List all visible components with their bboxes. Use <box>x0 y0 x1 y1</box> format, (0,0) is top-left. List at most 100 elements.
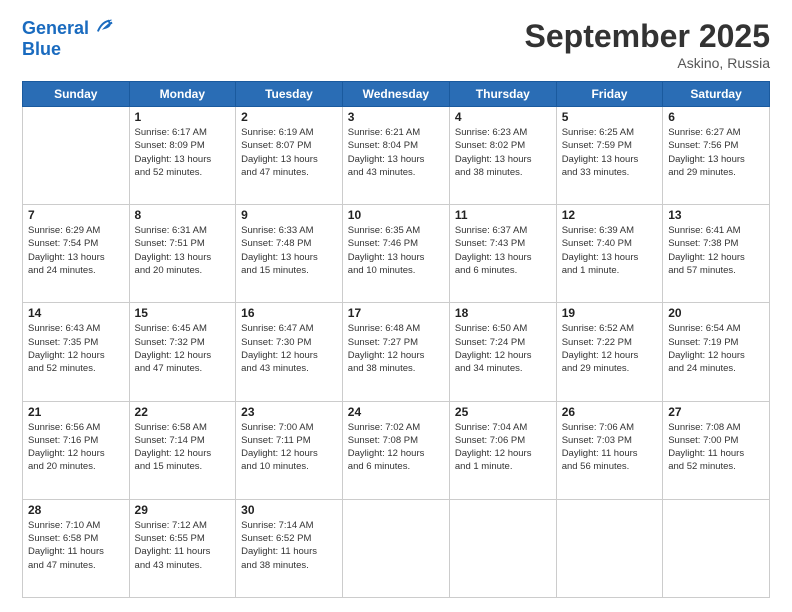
calendar-week-5: 28Sunrise: 7:10 AM Sunset: 6:58 PM Dayli… <box>23 499 770 597</box>
col-tuesday: Tuesday <box>236 82 343 107</box>
day-number: 29 <box>135 503 231 517</box>
day-info: Sunrise: 6:56 AM Sunset: 7:16 PM Dayligh… <box>28 421 124 474</box>
day-cell: 7Sunrise: 6:29 AM Sunset: 7:54 PM Daylig… <box>23 205 130 303</box>
day-number: 26 <box>562 405 658 419</box>
day-info: Sunrise: 7:04 AM Sunset: 7:06 PM Dayligh… <box>455 421 551 474</box>
day-number: 6 <box>668 110 764 124</box>
day-info: Sunrise: 6:37 AM Sunset: 7:43 PM Dayligh… <box>455 224 551 277</box>
day-number: 25 <box>455 405 551 419</box>
day-number: 21 <box>28 405 124 419</box>
location: Askino, Russia <box>525 55 770 71</box>
day-info: Sunrise: 7:06 AM Sunset: 7:03 PM Dayligh… <box>562 421 658 474</box>
col-monday: Monday <box>129 82 236 107</box>
header-row: Sunday Monday Tuesday Wednesday Thursday… <box>23 82 770 107</box>
day-number: 10 <box>348 208 444 222</box>
day-number: 13 <box>668 208 764 222</box>
day-cell: 26 Sunrise: 7:06 AM Sunset: 7:03 PM Dayli… <box>556 401 663 499</box>
day-cell <box>449 499 556 597</box>
day-cell: 20 Sunrise: 6:54 AM Sunset: 7:19 PM Dayli… <box>663 303 770 401</box>
day-cell: 30 Sunrise: 7:14 AM Sunset: 6:52 PM Dayli… <box>236 499 343 597</box>
day-cell: 14Sunrise: 6:43 AM Sunset: 7:35 PM Dayli… <box>23 303 130 401</box>
day-cell: 6 Sunrise: 6:27 AM Sunset: 7:56 PM Daylig… <box>663 107 770 205</box>
day-number: 16 <box>241 306 337 320</box>
day-number: 14 <box>28 306 124 320</box>
month-title: September 2025 <box>525 18 770 55</box>
day-info: Sunrise: 7:00 AM Sunset: 7:11 PM Dayligh… <box>241 421 337 474</box>
day-cell: 16 Sunrise: 6:47 AM Sunset: 7:30 PM Dayli… <box>236 303 343 401</box>
day-cell: 15Sunrise: 6:45 AM Sunset: 7:32 PM Dayli… <box>129 303 236 401</box>
day-cell: 17 Sunrise: 6:48 AM Sunset: 7:27 PM Dayli… <box>342 303 449 401</box>
day-number: 22 <box>135 405 231 419</box>
day-info: Sunrise: 6:21 AM Sunset: 8:04 PM Dayligh… <box>348 126 444 179</box>
day-cell: 13 Sunrise: 6:41 AM Sunset: 7:38 PM Dayli… <box>663 205 770 303</box>
day-info: Sunrise: 6:33 AM Sunset: 7:48 PM Dayligh… <box>241 224 337 277</box>
day-cell: 24 Sunrise: 7:02 AM Sunset: 7:08 PM Dayli… <box>342 401 449 499</box>
day-cell: 21 Sunrise: 6:56 AM Sunset: 7:16 PM Dayli… <box>23 401 130 499</box>
day-info: Sunrise: 6:25 AM Sunset: 7:59 PM Dayligh… <box>562 126 658 179</box>
calendar-table: Sunday Monday Tuesday Wednesday Thursday… <box>22 81 770 598</box>
day-cell <box>556 499 663 597</box>
day-cell: 5Sunrise: 6:25 AM Sunset: 7:59 PM Daylig… <box>556 107 663 205</box>
day-number: 1 <box>135 110 231 124</box>
day-cell: 18Sunrise: 6:50 AM Sunset: 7:24 PM Dayli… <box>449 303 556 401</box>
day-number: 19 <box>562 306 658 320</box>
day-cell: 11 Sunrise: 6:37 AM Sunset: 7:43 PM Dayli… <box>449 205 556 303</box>
day-cell: 4Sunrise: 6:23 AM Sunset: 8:02 PM Daylig… <box>449 107 556 205</box>
col-wednesday: Wednesday <box>342 82 449 107</box>
logo-bird-icon <box>96 19 114 35</box>
day-number: 18 <box>455 306 551 320</box>
day-cell: 1 Sunrise: 6:17 AM Sunset: 8:09 PM Daylig… <box>129 107 236 205</box>
day-cell: 2Sunrise: 6:19 AM Sunset: 8:07 PM Daylig… <box>236 107 343 205</box>
day-cell: 28Sunrise: 7:10 AM Sunset: 6:58 PM Dayli… <box>23 499 130 597</box>
logo-line1: General <box>22 18 89 38</box>
day-number: 24 <box>348 405 444 419</box>
day-cell: 27Sunrise: 7:08 AM Sunset: 7:00 PM Dayli… <box>663 401 770 499</box>
day-number: 9 <box>241 208 337 222</box>
day-info: Sunrise: 6:17 AM Sunset: 8:09 PM Dayligh… <box>135 126 231 179</box>
day-number: 27 <box>668 405 764 419</box>
day-number: 28 <box>28 503 124 517</box>
day-cell: 29 Sunrise: 7:12 AM Sunset: 6:55 PM Dayli… <box>129 499 236 597</box>
col-friday: Friday <box>556 82 663 107</box>
day-number: 15 <box>135 306 231 320</box>
day-cell <box>23 107 130 205</box>
day-info: Sunrise: 6:58 AM Sunset: 7:14 PM Dayligh… <box>135 421 231 474</box>
day-number: 23 <box>241 405 337 419</box>
day-info: Sunrise: 7:02 AM Sunset: 7:08 PM Dayligh… <box>348 421 444 474</box>
calendar-week-3: 14Sunrise: 6:43 AM Sunset: 7:35 PM Dayli… <box>23 303 770 401</box>
day-info: Sunrise: 7:12 AM Sunset: 6:55 PM Dayligh… <box>135 519 231 572</box>
calendar-week-1: 1 Sunrise: 6:17 AM Sunset: 8:09 PM Daylig… <box>23 107 770 205</box>
col-sunday: Sunday <box>23 82 130 107</box>
day-cell: 8Sunrise: 6:31 AM Sunset: 7:51 PM Daylig… <box>129 205 236 303</box>
day-number: 11 <box>455 208 551 222</box>
day-info: Sunrise: 6:48 AM Sunset: 7:27 PM Dayligh… <box>348 322 444 375</box>
day-number: 7 <box>28 208 124 222</box>
day-cell: 12 Sunrise: 6:39 AM Sunset: 7:40 PM Dayli… <box>556 205 663 303</box>
day-number: 12 <box>562 208 658 222</box>
day-cell: 23 Sunrise: 7:00 AM Sunset: 7:11 PM Dayli… <box>236 401 343 499</box>
title-block: September 2025 Askino, Russia <box>525 18 770 71</box>
day-info: Sunrise: 6:47 AM Sunset: 7:30 PM Dayligh… <box>241 322 337 375</box>
day-number: 3 <box>348 110 444 124</box>
col-thursday: Thursday <box>449 82 556 107</box>
day-info: Sunrise: 6:19 AM Sunset: 8:07 PM Dayligh… <box>241 126 337 179</box>
day-info: Sunrise: 6:39 AM Sunset: 7:40 PM Dayligh… <box>562 224 658 277</box>
day-number: 4 <box>455 110 551 124</box>
logo-line2: Blue <box>22 39 114 60</box>
day-info: Sunrise: 7:14 AM Sunset: 6:52 PM Dayligh… <box>241 519 337 572</box>
page: General Blue September 2025 Askino, Russ… <box>0 0 792 612</box>
day-info: Sunrise: 6:54 AM Sunset: 7:19 PM Dayligh… <box>668 322 764 375</box>
col-saturday: Saturday <box>663 82 770 107</box>
day-number: 20 <box>668 306 764 320</box>
day-number: 30 <box>241 503 337 517</box>
day-cell: 9 Sunrise: 6:33 AM Sunset: 7:48 PM Daylig… <box>236 205 343 303</box>
day-info: Sunrise: 6:27 AM Sunset: 7:56 PM Dayligh… <box>668 126 764 179</box>
day-number: 17 <box>348 306 444 320</box>
day-cell: 22 Sunrise: 6:58 AM Sunset: 7:14 PM Dayli… <box>129 401 236 499</box>
day-cell <box>663 499 770 597</box>
day-info: Sunrise: 6:41 AM Sunset: 7:38 PM Dayligh… <box>668 224 764 277</box>
day-cell: 3 Sunrise: 6:21 AM Sunset: 8:04 PM Daylig… <box>342 107 449 205</box>
day-cell <box>342 499 449 597</box>
calendar-week-2: 7Sunrise: 6:29 AM Sunset: 7:54 PM Daylig… <box>23 205 770 303</box>
day-number: 8 <box>135 208 231 222</box>
